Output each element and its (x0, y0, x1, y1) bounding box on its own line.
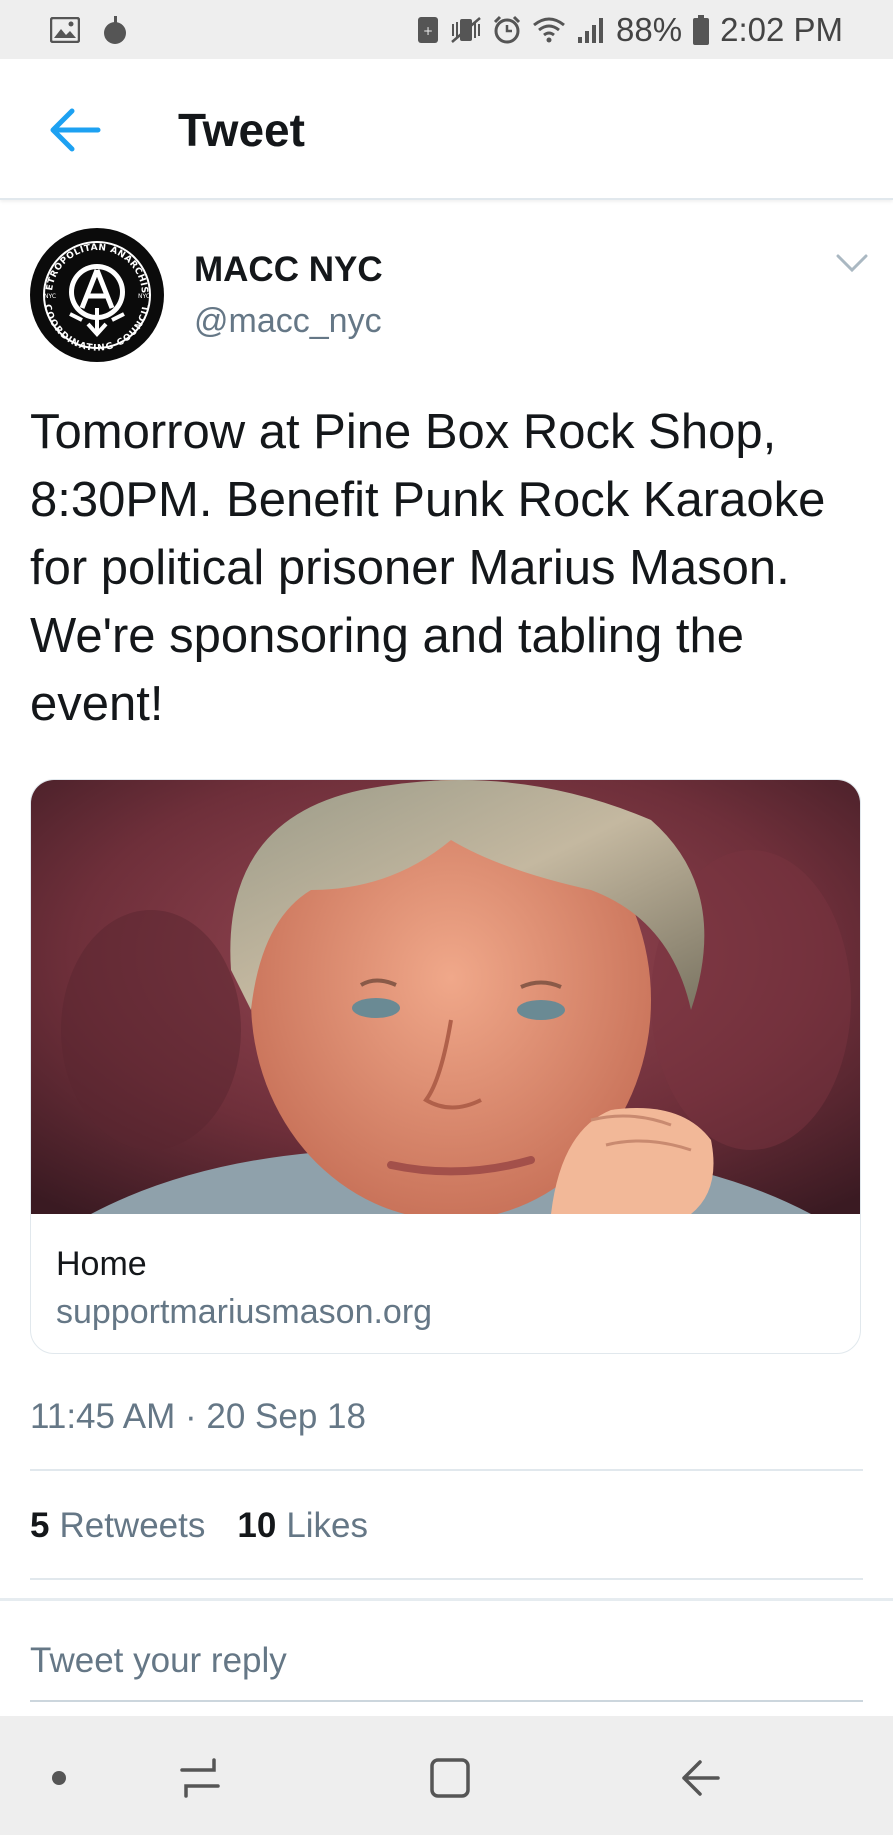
reply-underline (30, 1700, 863, 1702)
wifi-icon (532, 15, 566, 45)
link-card[interactable]: Home supportmariusmason.org (30, 779, 861, 1354)
avatar[interactable]: METROPOLITAN ANARCHIST COORDINATING COUN… (30, 228, 164, 362)
likes-stat[interactable]: 10 Likes (237, 1506, 368, 1546)
home-button[interactable] (410, 1738, 490, 1818)
likes-count: 10 (237, 1506, 277, 1545)
vibrate-icon (450, 15, 482, 45)
svg-text:NYC: NYC (138, 293, 150, 300)
back-icon (682, 1760, 720, 1796)
gallery-notification-icon (50, 16, 80, 43)
card-domain: supportmariusmason.org (56, 1293, 433, 1331)
tweet-timestamp[interactable]: 11:45 AM · 20 Sep 18 (30, 1397, 366, 1437)
section-separator (0, 1598, 893, 1601)
status-time: 2:02 PM (720, 10, 843, 48)
card-title: Home (56, 1245, 147, 1283)
svg-text:NYC: NYC (44, 293, 56, 300)
retweets-label: Retweets (59, 1506, 206, 1545)
likes-label: Likes (286, 1506, 369, 1545)
retweets-stat[interactable]: 5 Retweets (30, 1506, 205, 1546)
back-arrow-icon (50, 108, 101, 152)
status-bar: + 88% 2:02 PM (0, 0, 893, 59)
author-name[interactable]: MACC NYC (194, 250, 383, 290)
system-back-button[interactable] (660, 1738, 740, 1818)
card-image (31, 780, 860, 1220)
svg-text:+: + (423, 24, 433, 38)
alarm-icon (492, 15, 522, 45)
tweet-text: Tomorrow at Pine Box Rock Shop, 8:30PM. … (30, 405, 826, 731)
chevron-down-icon (836, 254, 868, 273)
macc-logo-icon: METROPOLITAN ANARCHIST COORDINATING COUN… (30, 228, 163, 361)
system-nav-bar (0, 1716, 893, 1835)
app-notification-icon (102, 15, 128, 45)
retweets-count: 5 (30, 1506, 50, 1545)
nav-dot-button[interactable] (19, 1738, 99, 1818)
recent-apps-button[interactable] (160, 1738, 240, 1818)
recent-apps-icon (180, 1758, 220, 1798)
reply-input[interactable]: Tweet your reply (30, 1641, 863, 1681)
battery-icon (692, 14, 710, 46)
author-handle[interactable]: @macc_nyc (194, 302, 382, 341)
dot-icon (52, 1771, 66, 1785)
divider (30, 1469, 863, 1471)
data-saver-icon: + (416, 15, 440, 45)
home-square-icon (430, 1758, 470, 1798)
tweet-options-button[interactable] (834, 250, 870, 278)
app-bar: Tweet (0, 59, 893, 200)
divider (30, 1578, 863, 1580)
tweet-stats: 5 Retweets 10 Likes (30, 1506, 368, 1546)
signal-icon (576, 15, 606, 45)
back-button[interactable] (46, 105, 102, 155)
page-title: Tweet (178, 104, 305, 156)
battery-percentage: 88% (616, 10, 683, 48)
